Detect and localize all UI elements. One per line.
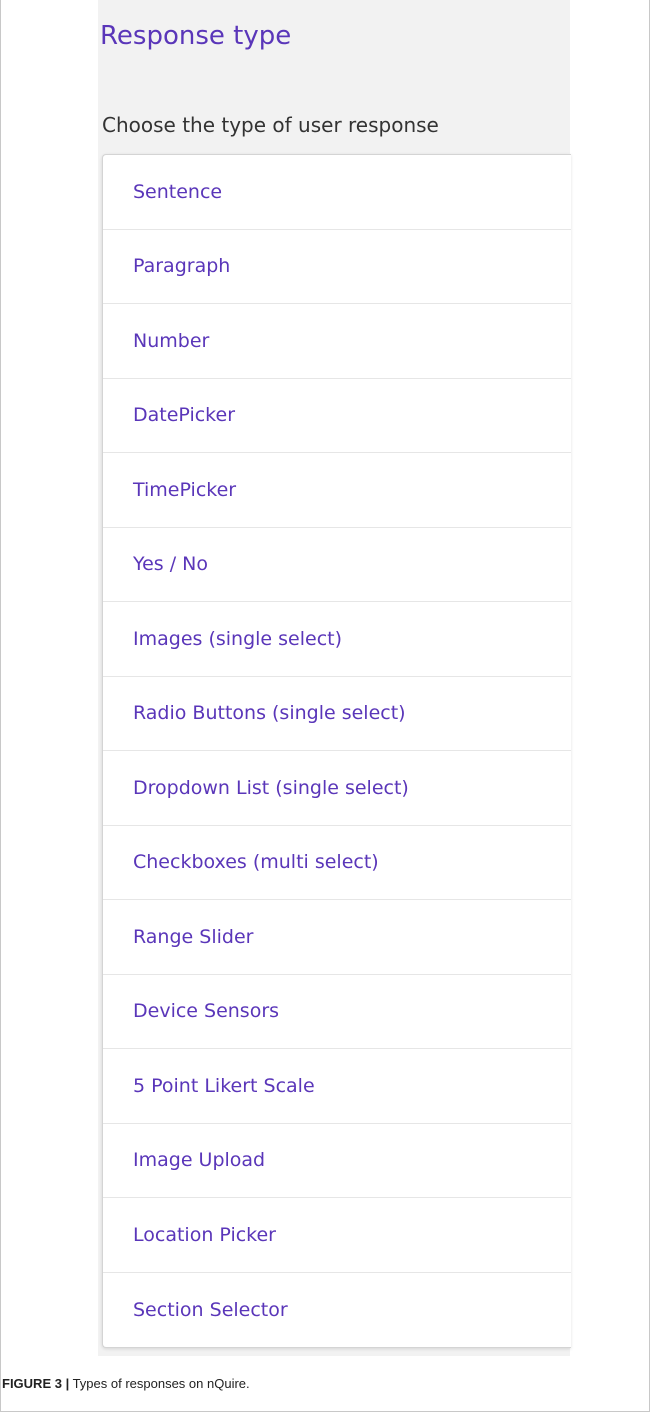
figure-caption: FIGURE 3 | Types of responses on nQuire. xyxy=(2,1376,250,1391)
response-option-checkboxes[interactable]: Checkboxes (multi select) xyxy=(103,826,571,900)
response-option-datepicker[interactable]: DatePicker xyxy=(103,379,571,453)
response-option-likert-scale[interactable]: 5 Point Likert Scale xyxy=(103,1049,571,1124)
response-option-paragraph[interactable]: Paragraph xyxy=(103,230,571,304)
response-option-timepicker[interactable]: TimePicker xyxy=(103,453,571,528)
response-option-images[interactable]: Images (single select) xyxy=(103,602,571,677)
response-option-location-picker[interactable]: Location Picker xyxy=(103,1198,571,1273)
figure-caption-text: Types of responses on nQuire. xyxy=(69,1376,250,1391)
response-type-list: Sentence Paragraph Number DatePicker Tim… xyxy=(102,154,571,1348)
response-option-image-upload[interactable]: Image Upload xyxy=(103,1124,571,1198)
response-option-yes-no[interactable]: Yes / No xyxy=(103,528,571,602)
response-option-device-sensors[interactable]: Device Sensors xyxy=(103,975,571,1049)
response-option-number[interactable]: Number xyxy=(103,304,571,379)
panel-title: Response type xyxy=(100,21,292,51)
figure-caption-label: FIGURE 3 | xyxy=(2,1376,70,1391)
panel-header: Response type xyxy=(98,0,570,66)
response-option-radio-buttons[interactable]: Radio Buttons (single select) xyxy=(103,677,571,751)
response-option-sentence[interactable]: Sentence xyxy=(103,155,571,230)
response-option-section-selector[interactable]: Section Selector xyxy=(103,1273,571,1348)
response-option-range-slider[interactable]: Range Slider xyxy=(103,900,571,975)
response-type-panel: Response type Choose the type of user re… xyxy=(98,0,571,1356)
response-option-dropdown-list[interactable]: Dropdown List (single select) xyxy=(103,751,571,826)
panel-subtitle: Choose the type of user response xyxy=(102,113,439,137)
